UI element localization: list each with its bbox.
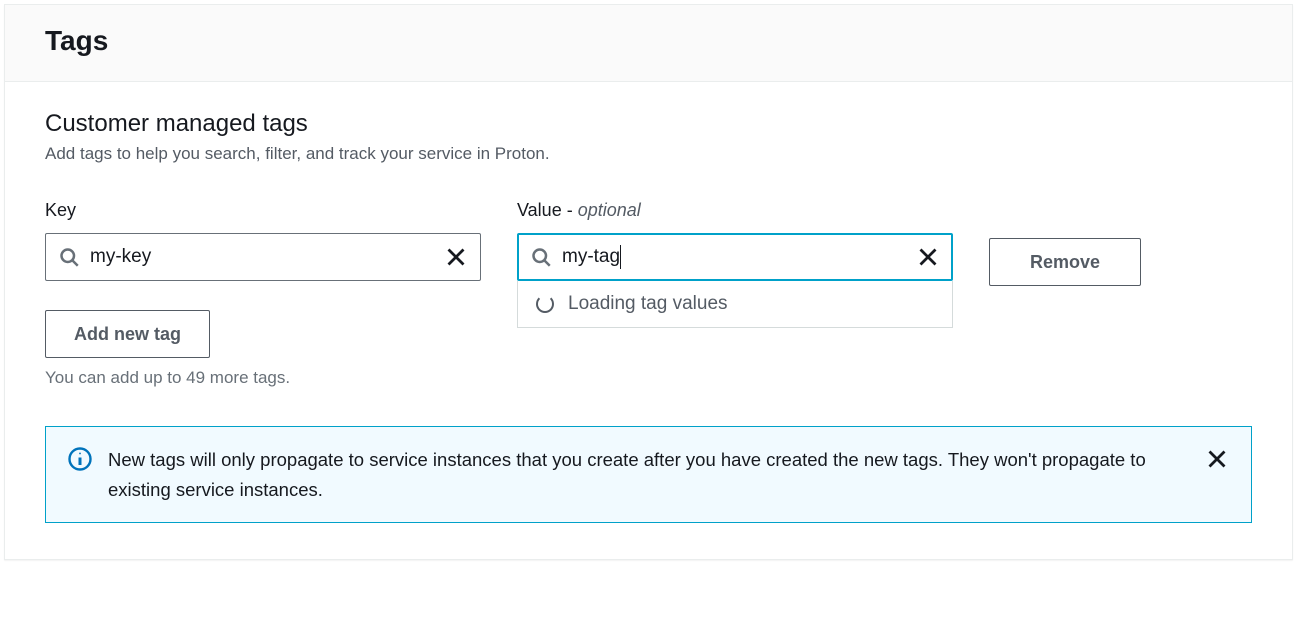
tags-remaining-hint: You can add up to 49 more tags. <box>45 368 1252 388</box>
clear-key-icon[interactable] <box>444 245 468 269</box>
remove-button[interactable]: Remove <box>989 238 1141 286</box>
panel-title: Tags <box>45 25 1252 57</box>
search-icon <box>58 246 80 268</box>
key-field: Key <box>45 200 481 281</box>
value-input-text[interactable]: my-tag <box>562 246 620 268</box>
key-label: Key <box>45 200 481 221</box>
alert-message: New tags will only propagate to service … <box>108 445 1189 504</box>
search-icon <box>530 246 552 268</box>
remove-column: Remove <box>989 200 1141 286</box>
value-field: Value - optional <box>517 200 953 281</box>
value-input-wrap[interactable]: my-tag <box>517 233 953 281</box>
key-input[interactable] <box>90 234 444 280</box>
add-new-tag-button[interactable]: Add new tag <box>45 310 210 358</box>
loading-item: Loading tag values <box>518 281 952 327</box>
loading-text: Loading tag values <box>568 293 728 315</box>
close-alert-icon[interactable] <box>1205 447 1229 471</box>
value-label: Value - optional <box>517 200 953 221</box>
value-label-text: Value <box>517 200 562 220</box>
value-dropdown: Loading tag values <box>517 281 953 328</box>
info-alert: New tags will only propagate to service … <box>45 426 1252 523</box>
info-icon <box>68 447 92 471</box>
section-heading: Customer managed tags <box>45 110 1252 138</box>
panel-body: Customer managed tags Add tags to help y… <box>5 82 1292 559</box>
panel-header: Tags <box>5 5 1292 82</box>
tag-row: Key <box>45 200 1252 286</box>
section-description: Add tags to help you search, filter, and… <box>45 144 1252 164</box>
clear-value-icon[interactable] <box>916 245 940 269</box>
value-optional-label: optional <box>578 200 641 220</box>
tags-panel: Tags Customer managed tags Add tags to h… <box>4 4 1293 560</box>
spinner-icon <box>536 295 554 313</box>
key-input-wrap[interactable] <box>45 233 481 281</box>
text-cursor <box>620 245 621 269</box>
